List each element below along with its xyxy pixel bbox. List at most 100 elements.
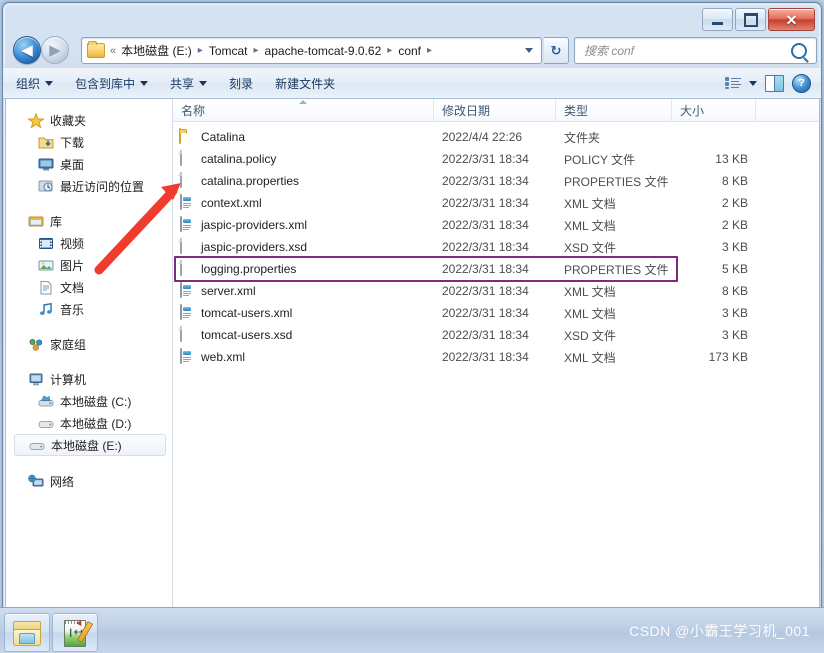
- navigation-pane[interactable]: 收藏夹 下载 桌面 最近访问的位置 库 视频 图片 文档 音乐 家庭组 计算机 …: [6, 99, 173, 609]
- file-name-cell[interactable]: tomcat-users.xsd: [173, 326, 434, 343]
- sidebar-label-libraries: 库: [50, 214, 63, 229]
- address-dropdown-icon[interactable]: [525, 48, 533, 53]
- sidebar-item-downloads[interactable]: 下载: [6, 131, 172, 153]
- sidebar-item-drive-e[interactable]: 本地磁盘 (E:): [14, 434, 166, 456]
- page-icon: [179, 238, 194, 255]
- back-button[interactable]: ◀: [13, 36, 41, 64]
- column-header-size-label: 大小: [680, 103, 705, 118]
- file-size-cell: 3 KB: [721, 306, 748, 320]
- address-bar[interactable]: « 本地磁盘 (E:) ▸ Tomcat ▸ apache-tomcat-9.0…: [81, 37, 542, 64]
- file-name-cell[interactable]: Catalina: [173, 128, 434, 145]
- column-header-size[interactable]: 大小: [672, 99, 756, 121]
- search-icon: [791, 42, 807, 59]
- file-name-cell[interactable]: server.xml: [173, 282, 434, 299]
- chevron-down-icon: [45, 80, 54, 86]
- include-in-library-button[interactable]: 包含到库中: [66, 72, 157, 95]
- file-name-cell[interactable]: logging.properties: [173, 260, 434, 277]
- sidebar-item-favorites[interactable]: 收藏夹: [6, 109, 172, 131]
- file-name-cell[interactable]: jaspic-providers.xml: [173, 216, 434, 233]
- table-row[interactable]: web.xml 2022/3/31 18:34 XML 文档 173 KB: [173, 346, 819, 368]
- close-button[interactable]: ✕: [768, 8, 815, 31]
- table-row[interactable]: jaspic-providers.xsd 2022/3/31 18:34 XSD 文…: [173, 236, 819, 258]
- column-header-name[interactable]: 名称: [173, 99, 434, 121]
- new-folder-button[interactable]: 新建文件夹: [266, 72, 344, 95]
- file-size-cell: 3 KB: [721, 240, 748, 254]
- refresh-button[interactable]: ↻: [544, 37, 569, 64]
- sidebar-item-desktop[interactable]: 桌面: [6, 153, 172, 175]
- new-folder-label: 新建文件夹: [275, 76, 336, 91]
- taskbar-button-explorer[interactable]: [4, 613, 50, 652]
- table-row[interactable]: jaspic-providers.xml 2022/3/31 18:34 XML 文…: [173, 214, 819, 236]
- table-row[interactable]: context.xml 2022/3/31 18:34 XML 文档 2 KB: [173, 192, 819, 214]
- organize-button[interactable]: 组织: [7, 72, 62, 95]
- share-button[interactable]: 共享: [161, 72, 216, 95]
- page-icon: [179, 260, 194, 277]
- sidebar-item-network[interactable]: 网络: [6, 470, 172, 492]
- breadcrumb-item-apache-tomcat[interactable]: apache-tomcat-9.0.62: [264, 43, 383, 59]
- table-row[interactable]: logging.properties 2022/3/31 18:34 PROPERT…: [173, 258, 819, 280]
- breadcrumb-item-tomcat[interactable]: Tomcat: [208, 43, 249, 59]
- file-name-cell[interactable]: web.xml: [173, 348, 434, 365]
- breadcrumb-item-conf[interactable]: conf: [397, 43, 422, 59]
- sidebar-item-libraries[interactable]: 库: [6, 210, 172, 232]
- desktop-icon: [38, 157, 54, 172]
- sidebar-item-drive-c[interactable]: 本地磁盘 (C:): [6, 390, 172, 412]
- breadcrumb-overflow-icon[interactable]: «: [110, 45, 116, 57]
- file-list-pane[interactable]: 名称 修改日期 类型 大小 Catalina 2022/4/4 22:26 文件夹 c…: [173, 99, 819, 608]
- sidebar-item-videos[interactable]: 视频: [6, 232, 172, 254]
- file-type-cell: XML 文档: [564, 284, 616, 299]
- file-size-cell: 8 KB: [721, 284, 748, 298]
- breadcrumb-item-drive[interactable]: 本地磁盘 (E:): [120, 41, 193, 60]
- sidebar-item-drive-d[interactable]: 本地磁盘 (D:): [6, 412, 172, 434]
- sidebar-item-computer[interactable]: 计算机: [6, 368, 172, 390]
- downloads-icon: [38, 135, 54, 150]
- table-row[interactable]: catalina.policy 2022/3/31 18:34 POLICY 文件 1…: [173, 148, 819, 170]
- file-name-label: logging.properties: [201, 262, 297, 276]
- back-arrow-icon: ◀: [21, 41, 33, 59]
- search-box[interactable]: 搜索 conf: [574, 37, 817, 64]
- file-name-cell[interactable]: context.xml: [173, 194, 434, 211]
- file-size-cell: 13 KB: [715, 152, 748, 166]
- title-bar[interactable]: ✕: [3, 3, 821, 33]
- documents-icon: [38, 280, 54, 295]
- column-header-type[interactable]: 类型: [556, 99, 672, 121]
- file-rows[interactable]: Catalina 2022/4/4 22:26 文件夹 catalina.policy…: [173, 122, 819, 368]
- table-row[interactable]: tomcat-users.xml 2022/3/31 18:34 XML 文档 3 K…: [173, 302, 819, 324]
- sidebar-item-music[interactable]: 音乐: [6, 298, 172, 320]
- sidebar-item-recent-places[interactable]: 最近访问的位置: [6, 175, 172, 197]
- sidebar-item-homegroup[interactable]: 家庭组: [6, 333, 172, 355]
- minimize-button[interactable]: [702, 8, 733, 31]
- sidebar-item-documents[interactable]: 文档: [6, 276, 172, 298]
- table-row[interactable]: server.xml 2022/3/31 18:34 XML 文档 8 KB: [173, 280, 819, 302]
- table-row[interactable]: catalina.properties 2022/3/31 18:34 PROPER…: [173, 170, 819, 192]
- forward-button[interactable]: ▶: [41, 36, 69, 64]
- column-header-date[interactable]: 修改日期: [434, 99, 556, 121]
- preview-pane-icon[interactable]: [765, 74, 784, 92]
- page-icon: [179, 326, 194, 343]
- command-toolbar: 组织 包含到库中 共享 刻录 新建文件夹 ?: [3, 67, 821, 99]
- table-row[interactable]: Catalina 2022/4/4 22:26 文件夹: [173, 126, 819, 148]
- pictures-icon: [38, 258, 54, 273]
- file-name-cell[interactable]: tomcat-users.xml: [173, 304, 434, 321]
- chevron-down-icon: [199, 80, 208, 86]
- view-dropdown-icon[interactable]: [749, 80, 757, 86]
- table-row[interactable]: tomcat-users.xsd 2022/3/31 18:34 XSD 文件 3 K…: [173, 324, 819, 346]
- file-name-label: jaspic-providers.xsd: [201, 240, 308, 254]
- taskbar-button-notepadpp[interactable]: |++: [52, 613, 98, 652]
- sidebar-label-computer: 计算机: [50, 372, 87, 387]
- burn-button[interactable]: 刻录: [220, 72, 262, 95]
- file-type-cell: XML 文档: [564, 306, 616, 321]
- explorer-folder-icon: [13, 620, 41, 646]
- sidebar-item-pictures[interactable]: 图片: [6, 254, 172, 276]
- help-icon[interactable]: ?: [792, 73, 811, 93]
- maximize-button[interactable]: [735, 8, 766, 31]
- file-size-cell: 2 KB: [721, 218, 748, 232]
- file-name-cell[interactable]: catalina.properties: [173, 172, 434, 189]
- file-name-cell[interactable]: catalina.policy: [173, 150, 434, 167]
- recent-places-icon: [38, 179, 54, 194]
- refresh-icon: ↻: [550, 42, 562, 58]
- change-view-icon[interactable]: [725, 76, 741, 90]
- search-input[interactable]: 搜索 conf: [584, 42, 634, 59]
- file-name-cell[interactable]: jaspic-providers.xsd: [173, 238, 434, 255]
- folder-icon: [179, 128, 194, 145]
